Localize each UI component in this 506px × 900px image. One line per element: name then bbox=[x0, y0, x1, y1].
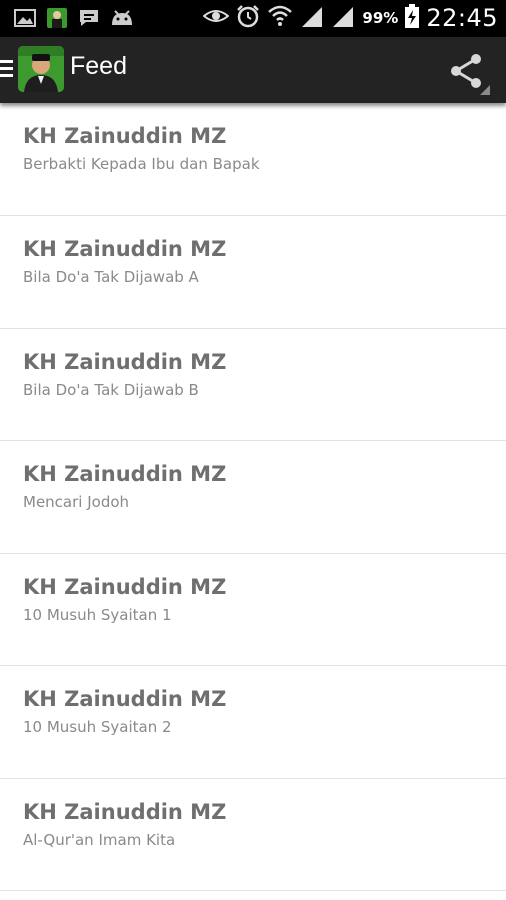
item-subtitle: Berbakti Kepada Ibu dan Bapak bbox=[23, 155, 260, 173]
item-subtitle: Bila Do'a Tak Dijawab B bbox=[23, 380, 199, 399]
item-title: KH Zainuddin MZ bbox=[23, 237, 227, 261]
drawer-menu-icon[interactable] bbox=[0, 60, 14, 80]
list-item[interactable]: KH Zainuddin MZ 10 Musuh Syaitan 2 bbox=[0, 666, 506, 779]
item-title: KH Zainuddin MZ bbox=[23, 799, 227, 824]
app-logo[interactable] bbox=[18, 46, 64, 92]
battery-icon bbox=[405, 4, 420, 32]
app-icon bbox=[46, 7, 68, 33]
alarm-icon bbox=[236, 4, 260, 32]
item-subtitle: Al-Qur'an Imam Kita bbox=[23, 830, 176, 849]
share-icon bbox=[451, 54, 490, 95]
item-title: KH Zainuddin MZ bbox=[23, 574, 227, 599]
action-bar: Feed bbox=[0, 37, 506, 103]
list-item[interactable]: KH Zainuddin MZ Mencari Jodoh bbox=[0, 441, 506, 554]
list-item[interactable]: KH Zainuddin MZ Al-Qur'an Imam Kita bbox=[0, 779, 506, 891]
item-subtitle: Mencari Jodoh bbox=[23, 493, 130, 511]
status-bar: 99% 22:45 bbox=[0, 0, 506, 37]
feed-list: KH Zainuddin MZ Berbakti Kepada Ibu dan … bbox=[0, 103, 506, 891]
item-subtitle: 10 Musuh Syaitan 2 bbox=[23, 718, 172, 736]
item-title: KH Zainuddin MZ bbox=[23, 462, 227, 486]
list-item[interactable]: KH Zainuddin MZ Bila Do'a Tak Dijawab B bbox=[0, 329, 506, 441]
item-title: KH Zainuddin MZ bbox=[23, 687, 227, 711]
signal-icon bbox=[300, 5, 324, 31]
item-title: KH Zainuddin MZ bbox=[23, 349, 227, 374]
chat-icon bbox=[78, 8, 100, 32]
wifi-icon bbox=[267, 4, 293, 32]
item-title: KH Zainuddin MZ bbox=[23, 124, 227, 148]
notification-icons bbox=[14, 7, 134, 33]
item-subtitle: Bila Do'a Tak Dijawab A bbox=[23, 268, 199, 286]
list-item[interactable]: KH Zainuddin MZ Bila Do'a Tak Dijawab A bbox=[0, 216, 506, 329]
android-icon bbox=[110, 9, 134, 31]
screen-title: Feed bbox=[70, 52, 127, 80]
share-button[interactable] bbox=[446, 51, 490, 95]
item-subtitle: 10 Musuh Syaitan 1 bbox=[23, 605, 172, 624]
clock: 22:45 bbox=[426, 4, 498, 32]
gallery-icon bbox=[14, 8, 36, 32]
list-item[interactable]: KH Zainuddin MZ 10 Musuh Syaitan 1 bbox=[0, 554, 506, 666]
signal-icon bbox=[331, 5, 355, 31]
list-item[interactable]: KH Zainuddin MZ Berbakti Kepada Ibu dan … bbox=[0, 103, 506, 216]
battery-percent: 99% bbox=[362, 9, 399, 27]
eye-icon bbox=[202, 6, 230, 30]
system-icons: 99% 22:45 bbox=[202, 4, 498, 32]
